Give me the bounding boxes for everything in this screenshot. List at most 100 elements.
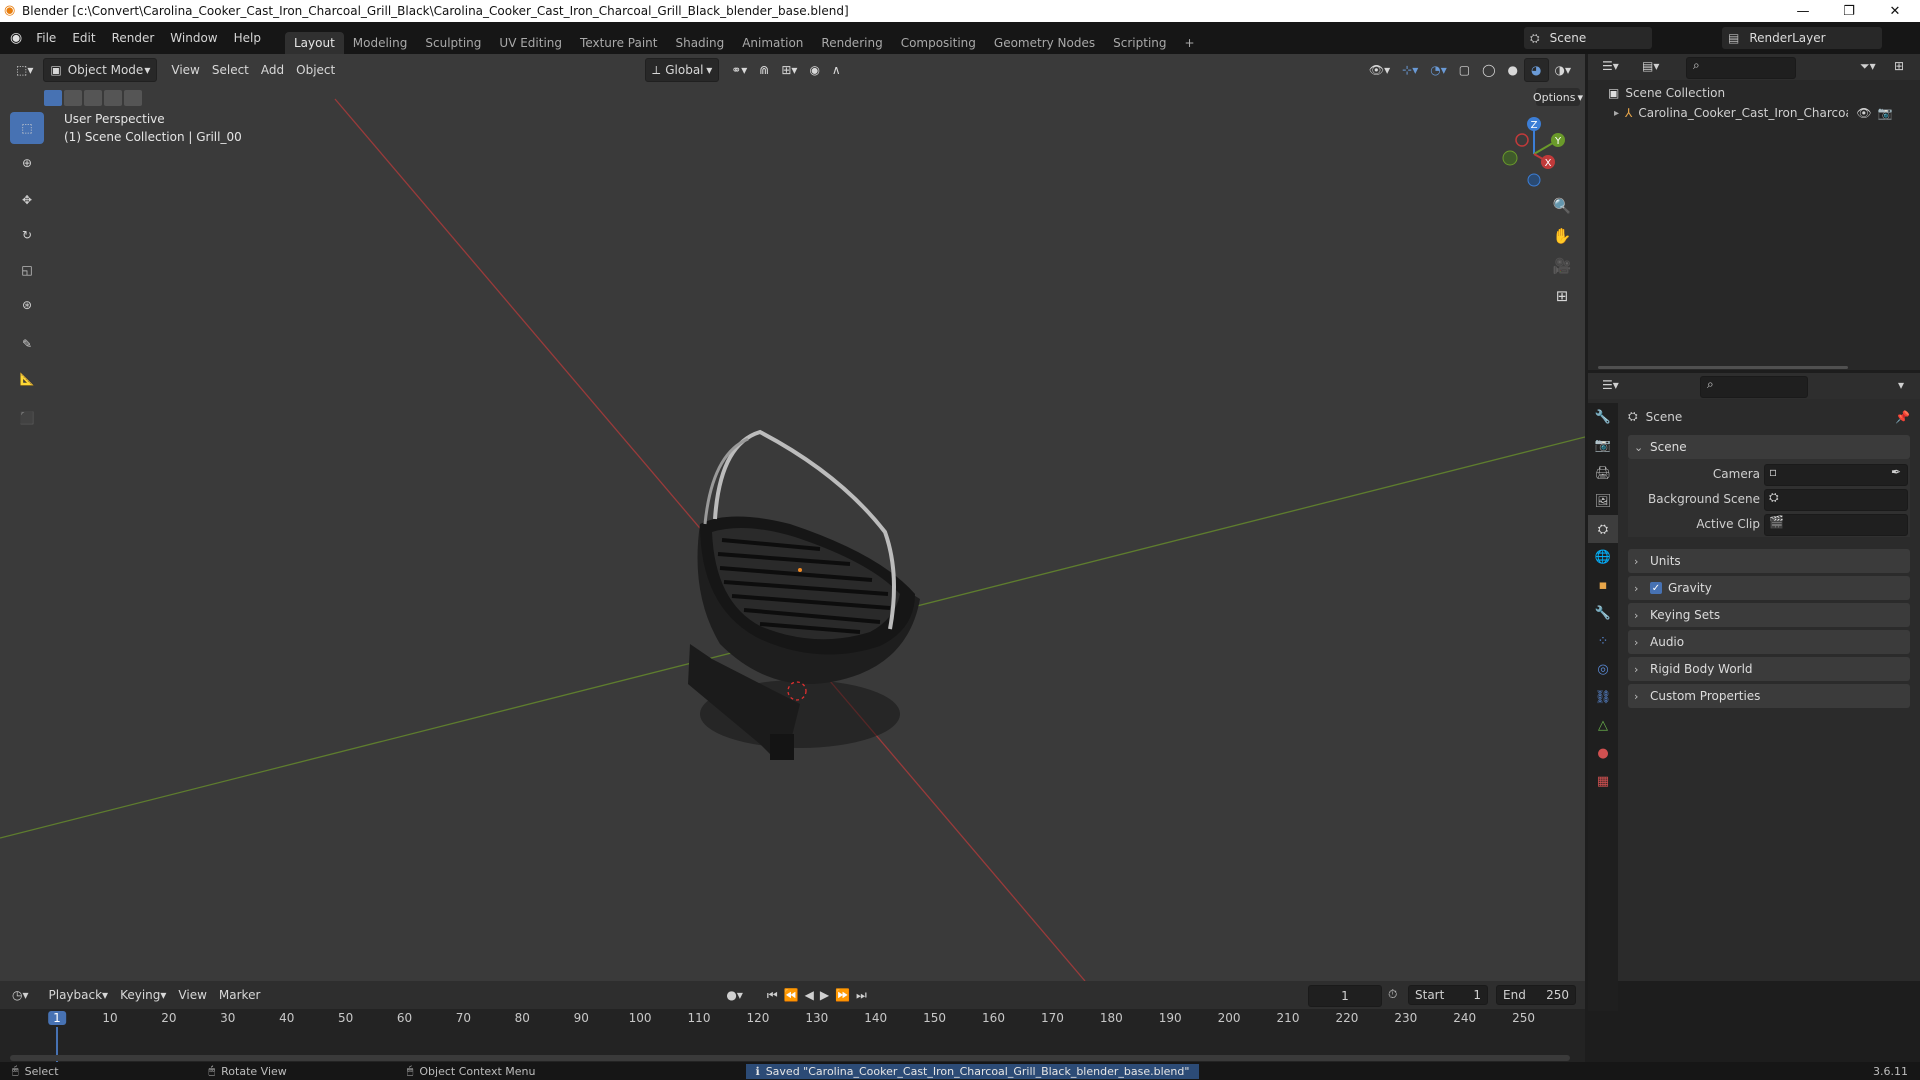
display-mode-icon[interactable]: ▤▾ — [1642, 59, 1659, 73]
options-button[interactable]: Options ▾ — [1533, 88, 1583, 106]
menu-edit[interactable]: Edit — [64, 31, 103, 45]
camera-view-button[interactable]: 🎥 — [1548, 252, 1576, 280]
start-frame-field[interactable]: Start 1 — [1408, 985, 1488, 1005]
shading-material-button[interactable]: ◕ — [1524, 58, 1549, 82]
properties-search-input[interactable]: ⌕ — [1700, 376, 1808, 398]
output-tab-icon[interactable]: 🖨 — [1588, 459, 1618, 487]
properties-editor-icon[interactable]: ☰▾ — [1602, 378, 1619, 392]
visibility-button[interactable]: 👁▾ — [1363, 59, 1396, 81]
overlay-toggle-button[interactable]: ◔▾ — [1424, 59, 1453, 81]
camera-render-icon[interactable]: 📷 — [1878, 106, 1893, 120]
rotate-tool[interactable]: ↻ — [10, 219, 44, 251]
expand-arrow-icon[interactable]: ▸ — [1614, 108, 1619, 119]
chevron-down-icon[interactable]: ▾ — [1898, 378, 1904, 392]
timeline-editor-icon[interactable]: ◷▾ — [12, 988, 29, 1002]
shading-rendered-button[interactable]: ◑▾ — [1549, 59, 1578, 81]
world-tab-icon[interactable]: 🌐 — [1588, 543, 1618, 571]
proportional-edit-button[interactable]: ◉ — [803, 59, 825, 81]
pan-button[interactable]: ✋ — [1548, 222, 1576, 250]
blender-menu-icon[interactable]: ◉ — [10, 30, 22, 46]
menu-window[interactable]: Window — [162, 31, 225, 45]
tab-texture-paint[interactable]: Texture Paint — [571, 32, 666, 54]
menu-timeline-view[interactable]: View — [172, 984, 212, 1006]
clock-icon[interactable]: ⏱ — [1388, 987, 1397, 1002]
measure-tool[interactable]: 📐 — [10, 363, 44, 395]
close-button[interactable]: ✕ — [1872, 0, 1918, 22]
tab-animation[interactable]: Animation — [733, 32, 812, 54]
status-report[interactable]: ℹ Saved "Carolina_Cooker_Cast_Iron_Charc… — [745, 1063, 1200, 1079]
units-panel[interactable]: › Units — [1628, 549, 1910, 573]
menu-select[interactable]: Select — [206, 59, 255, 81]
tab-rendering[interactable]: Rendering — [812, 32, 891, 54]
minimize-button[interactable]: — — [1780, 0, 1826, 22]
shading-solid-button[interactable]: ● — [1502, 59, 1524, 81]
modifier-tab-icon[interactable]: 🔧 — [1588, 599, 1618, 627]
falloff-button[interactable]: ∧ — [826, 59, 847, 81]
tool-tab-icon[interactable]: 🔧 — [1588, 403, 1618, 431]
select-subtract-icon[interactable] — [84, 90, 102, 106]
scene-panel-header[interactable]: ⌄ Scene — [1628, 435, 1910, 459]
constraints-tab-icon[interactable]: ⛓ — [1588, 683, 1618, 711]
shading-wireframe-button[interactable]: ◯ — [1476, 59, 1501, 81]
tab-compositing[interactable]: Compositing — [892, 32, 985, 54]
orientation-dropdown[interactable]: ⟂ Global ▾ — [645, 58, 720, 82]
menu-file[interactable]: File — [28, 31, 64, 45]
transform-tool[interactable]: ⊛ — [10, 289, 44, 321]
rigid-body-world-panel[interactable]: › Rigid Body World — [1628, 657, 1910, 681]
mode-dropdown[interactable]: ▣ Object Mode ▾ — [43, 58, 158, 82]
pin-icon[interactable]: 📌 — [1895, 410, 1910, 424]
zoom-button[interactable]: 🔍 — [1548, 192, 1576, 220]
end-frame-field[interactable]: End 250 — [1496, 985, 1576, 1005]
select-box-tool[interactable]: ⬚ — [10, 112, 44, 144]
current-frame-marker[interactable]: 1 — [48, 1011, 66, 1025]
gravity-checkbox[interactable]: ✓ — [1650, 582, 1662, 594]
audio-panel[interactable]: › Audio — [1628, 630, 1910, 654]
background-scene-field[interactable]: ⛭ — [1764, 489, 1908, 511]
gravity-panel[interactable]: › ✓ Gravity — [1628, 576, 1910, 600]
gizmo-toggle-button[interactable]: ⊹▾ — [1396, 59, 1424, 81]
record-icon[interactable]: ●▾ — [726, 988, 743, 1002]
tab-sculpting[interactable]: Sculpting — [416, 32, 490, 54]
xray-button[interactable]: ▢ — [1453, 59, 1476, 81]
custom-properties-panel[interactable]: › Custom Properties — [1628, 684, 1910, 708]
move-tool[interactable]: ✥ — [10, 184, 44, 216]
active-clip-field[interactable]: 🎬 — [1764, 514, 1908, 536]
menu-help[interactable]: Help — [226, 31, 269, 45]
menu-render[interactable]: Render — [104, 31, 163, 45]
scene-selector[interactable]: ⛭ Scene — [1524, 27, 1652, 49]
select-extend-icon[interactable] — [64, 90, 82, 106]
annotate-tool[interactable]: ✎ — [10, 328, 44, 360]
maximize-button[interactable]: ❐ — [1826, 0, 1872, 22]
cursor-tool[interactable]: ⊕ — [10, 147, 44, 179]
tab-geometry-nodes[interactable]: Geometry Nodes — [985, 32, 1104, 54]
select-invert-icon[interactable] — [104, 90, 122, 106]
menu-keying[interactable]: Keying ▾ — [114, 984, 172, 1006]
snap-target-button[interactable]: ⊞▾ — [775, 59, 803, 81]
filter-icon[interactable]: ⏷▾ — [1860, 59, 1876, 74]
new-collection-icon[interactable]: ⊞ — [1894, 59, 1904, 73]
3d-viewport[interactable]: ⬚▾ ▣ Object Mode ▾ View Select Add Objec… — [0, 54, 1585, 981]
menu-playback[interactable]: Playback ▾ — [43, 984, 115, 1006]
renderlayer-selector[interactable]: ▤ RenderLayer — [1722, 27, 1882, 49]
outliner-search-input[interactable]: ⌕ — [1686, 57, 1796, 79]
add-cube-tool[interactable]: ⬛ — [10, 402, 44, 434]
outliner-scrollbar[interactable] — [1598, 366, 1848, 369]
menu-object[interactable]: Object — [290, 59, 341, 81]
outliner-editor-icon[interactable]: ☰▾ — [1602, 59, 1619, 73]
keying-sets-panel[interactable]: › Keying Sets — [1628, 603, 1910, 627]
scale-tool[interactable]: ◱ — [10, 254, 44, 286]
ortho-toggle-button[interactable]: ⊞ — [1548, 282, 1576, 310]
select-intersect-icon[interactable] — [124, 90, 142, 106]
texture-tab-icon[interactable]: ▦ — [1588, 767, 1618, 795]
tab-uv-editing[interactable]: UV Editing — [490, 32, 571, 54]
physics-tab-icon[interactable]: ◎ — [1588, 655, 1618, 683]
tab-modeling[interactable]: Modeling — [344, 32, 417, 54]
outliner-root-row[interactable]: ▣ Scene Collection — [1608, 86, 1725, 100]
particles-tab-icon[interactable]: ⁘ — [1588, 627, 1618, 655]
scene-tab-icon[interactable]: ⛭ — [1588, 515, 1618, 543]
editor-type-button[interactable]: ⬚▾ — [10, 59, 39, 81]
snap-button[interactable]: ⋒ — [753, 59, 775, 81]
eye-icon[interactable]: 👁 — [1856, 106, 1871, 120]
material-tab-icon[interactable]: ● — [1588, 739, 1618, 767]
playback-controls[interactable]: ⏮⏪◀▶⏩⏭ — [767, 988, 873, 1003]
